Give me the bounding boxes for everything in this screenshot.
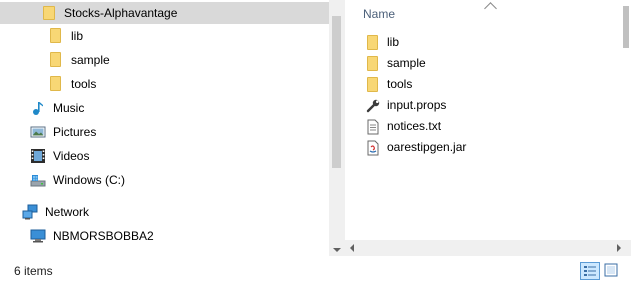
nav-item-label: Music <box>53 101 85 115</box>
nav-item-sample[interactable]: sample <box>48 49 110 71</box>
file-row-oarestipgen-jar[interactable]: oarestipgen.jar <box>365 137 466 158</box>
nav-item-label: Pictures <box>53 125 97 139</box>
nav-item-label: tools <box>71 77 97 91</box>
large-icons-view-button[interactable] <box>602 262 622 280</box>
jar-file-icon <box>365 140 381 156</box>
file-row-sample[interactable]: sample <box>365 53 426 74</box>
nav-item-music[interactable]: Music <box>30 97 84 119</box>
folder-icon <box>365 55 381 72</box>
drive-icon <box>30 172 46 188</box>
sort-ascending-icon <box>484 2 497 15</box>
folder-icon <box>41 5 57 21</box>
nav-item-videos[interactable]: Videos <box>30 145 89 167</box>
nav-pane-scrollbar[interactable] <box>329 0 344 256</box>
file-name: oarestipgen.jar <box>387 140 467 154</box>
status-bar: 6 items <box>0 256 631 285</box>
file-name: notices.txt <box>387 119 442 133</box>
folder-icon <box>48 76 64 92</box>
file-name: tools <box>387 77 413 91</box>
nav-item-label: NBMORSBOBBA2 <box>53 229 154 243</box>
nav-item-label: Stocks-Alphavantage <box>64 6 178 20</box>
file-row-tools[interactable]: tools <box>365 74 412 95</box>
content-pane: Name lib sample tools input.props notice… <box>345 0 631 256</box>
scroll-left-arrow-icon[interactable] <box>350 244 354 252</box>
column-header-name[interactable]: Name <box>363 7 395 21</box>
nav-scrollbar-thumb[interactable] <box>332 16 341 168</box>
details-view-button[interactable] <box>580 262 600 280</box>
folder-icon <box>365 76 381 93</box>
text-file-icon <box>365 119 381 135</box>
nav-item-label: sample <box>71 53 110 67</box>
navigation-pane: Stocks-Alphavantage lib sample tools Mus… <box>0 0 329 256</box>
nav-item-network[interactable]: Network <box>22 201 89 223</box>
nav-item-pictures[interactable]: Pictures <box>30 121 96 143</box>
file-row-notices-txt[interactable]: notices.txt <box>365 116 441 137</box>
nav-item-windows-c[interactable]: Windows (C:) <box>30 169 125 191</box>
folder-icon <box>48 28 64 44</box>
folder-icon <box>365 34 381 51</box>
file-row-lib[interactable]: lib <box>365 32 399 53</box>
nav-item-label: lib <box>71 29 84 43</box>
music-note-icon <box>30 100 46 116</box>
videos-icon <box>30 148 46 164</box>
pictures-icon <box>30 124 46 140</box>
content-scrollbar-thumb[interactable] <box>623 6 629 48</box>
nav-item-nbmorsbobba2[interactable]: NBMORSBOBBA2 <box>30 225 154 247</box>
scroll-down-arrow-icon[interactable] <box>333 248 341 252</box>
file-name: input.props <box>387 98 447 112</box>
nav-item-label: Videos <box>53 149 90 163</box>
scroll-right-arrow-icon[interactable] <box>617 244 621 252</box>
nav-item-label: Windows (C:) <box>53 173 126 187</box>
item-count: 6 items <box>14 264 53 278</box>
file-name: sample <box>387 56 426 70</box>
file-row-input-props[interactable]: input.props <box>365 95 446 116</box>
content-vertical-scrollbar[interactable] <box>621 0 631 240</box>
file-name: lib <box>387 35 400 49</box>
wrench-file-icon <box>365 98 381 114</box>
nav-item-stocks-alphavantage[interactable]: Stocks-Alphavantage <box>0 2 329 24</box>
content-horizontal-scrollbar[interactable] <box>345 240 631 256</box>
details-view-icon <box>584 266 596 276</box>
computer-icon <box>30 228 46 244</box>
nav-item-lib[interactable]: lib <box>48 25 83 47</box>
nav-item-label: Network <box>45 205 90 219</box>
large-icons-view-icon <box>604 263 618 277</box>
folder-icon <box>48 52 64 68</box>
network-icon <box>22 204 38 220</box>
nav-item-tools[interactable]: tools <box>48 73 96 95</box>
